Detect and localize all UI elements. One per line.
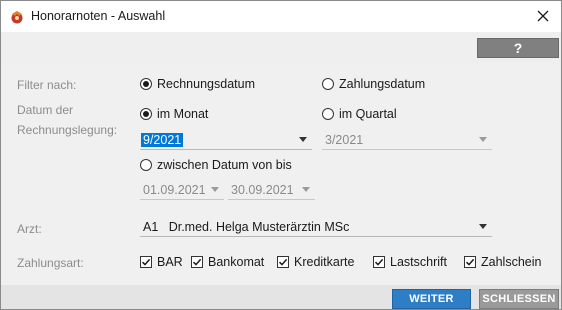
checkbox-box (277, 256, 289, 268)
quartal-value: 3/2021 (325, 132, 364, 147)
chevron-down-icon[interactable] (302, 187, 310, 192)
chevron-down-icon[interactable] (479, 224, 487, 229)
radio-rechnungsdatum[interactable]: Rechnungsdatum (140, 77, 255, 91)
checkbox-box (140, 256, 152, 268)
radio-zwischen-datum[interactable]: zwischen Datum von bis (140, 158, 292, 172)
checkbox-bankomat[interactable]: Bankomat (191, 255, 264, 269)
checkmark-icon (141, 258, 151, 266)
date-to-value: 30.09.2021 (231, 182, 294, 197)
radio-circle (140, 159, 152, 171)
radio-label: im Quartal (339, 107, 397, 121)
title-bar: Honorarnoten - Auswahl (1, 1, 561, 32)
radio-label: zwischen Datum von bis (157, 158, 292, 172)
checkmark-icon (278, 258, 288, 266)
checkbox-label: Kreditkarte (294, 255, 355, 269)
close-icon (537, 10, 549, 22)
radio-label: im Monat (157, 107, 209, 121)
monat-select[interactable]: 9/2021 (140, 130, 312, 150)
datum-label-line1: Datum der (17, 103, 74, 117)
date-to-picker[interactable]: 30.09.2021 (228, 180, 315, 200)
chevron-down-icon[interactable] (479, 137, 487, 142)
radio-zahlungsdatum[interactable]: Zahlungsdatum (322, 77, 425, 91)
checkmark-icon (465, 258, 475, 266)
radio-circle (140, 78, 152, 90)
checkbox-bar[interactable]: BAR (140, 255, 183, 269)
app-logo-icon (9, 9, 25, 25)
form-area (1, 65, 561, 285)
help-button[interactable]: ? (477, 38, 559, 58)
button-bar (1, 285, 561, 309)
zahlungsart-label: Zahlungsart: (17, 256, 84, 270)
radio-circle (322, 108, 334, 120)
checkbox-box (464, 256, 476, 268)
checkbox-box (191, 256, 203, 268)
arzt-label: Arzt: (17, 222, 42, 236)
filter-label: Filter nach: (17, 78, 77, 92)
radio-label: Rechnungsdatum (157, 77, 255, 91)
date-from-value: 01.09.2021 (143, 182, 206, 197)
chevron-down-icon[interactable] (211, 187, 219, 192)
checkbox-lastschrift[interactable]: Lastschrift (373, 255, 447, 269)
radio-label: Zahlungsdatum (339, 77, 426, 91)
checkbox-label: Lastschrift (390, 255, 447, 269)
weiter-button[interactable]: WEITER (392, 289, 471, 309)
checkbox-label: BAR (157, 255, 183, 269)
checkbox-label: Zahlschein (481, 255, 542, 269)
checkbox-box (373, 256, 385, 268)
checkbox-label: Bankomat (208, 255, 265, 269)
checkbox-kreditkarte[interactable]: Kreditkarte (277, 255, 354, 269)
radio-im-monat[interactable]: im Monat (140, 107, 208, 121)
checkmark-icon (192, 258, 202, 266)
radio-circle (140, 108, 152, 120)
radio-circle (322, 78, 334, 90)
dialog-window: Honorarnoten - Auswahl ? Filter nach: Re… (0, 0, 562, 310)
radio-im-quartal[interactable]: im Quartal (322, 107, 397, 121)
monat-value: 9/2021 (141, 132, 184, 147)
quartal-select[interactable]: 3/2021 (322, 130, 492, 150)
datum-label-line2: Rechnungslegung: (17, 123, 118, 137)
arzt-select[interactable]: A1 Dr.med. Helga Musterärztin MSc (140, 217, 492, 237)
window-title: Honorarnoten - Auswahl (31, 9, 166, 23)
checkmark-icon (374, 258, 384, 266)
close-button[interactable] (531, 5, 555, 27)
date-from-picker[interactable]: 01.09.2021 (140, 180, 224, 200)
schliessen-button[interactable]: SCHLIESSEN (479, 289, 559, 309)
arzt-value: A1 Dr.med. Helga Musterärztin MSc (143, 219, 350, 234)
chevron-down-icon[interactable] (299, 137, 307, 142)
checkbox-zahlschein[interactable]: Zahlschein (464, 255, 541, 269)
